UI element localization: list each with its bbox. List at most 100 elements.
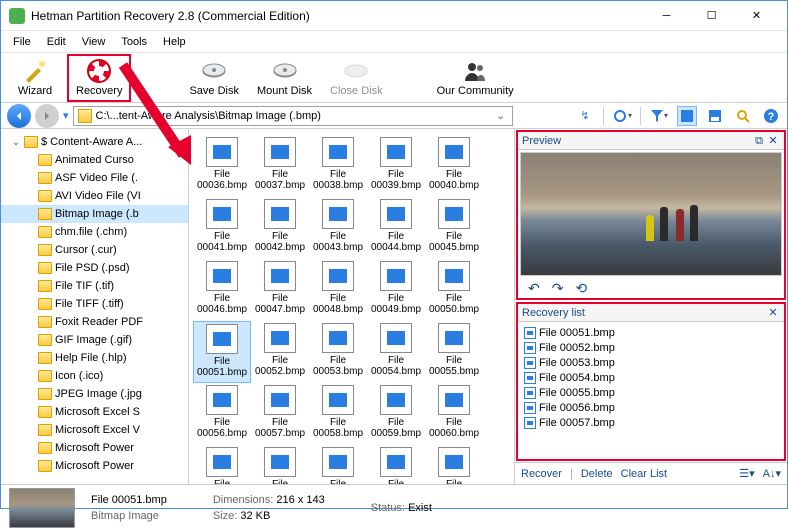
address-dropdown-icon[interactable]: ⌄ xyxy=(494,109,508,122)
file-item[interactable]: File00063.bmp xyxy=(309,445,367,484)
tree-item[interactable]: Help File (.hlp) xyxy=(1,349,188,367)
refresh-preview-button[interactable]: ⟲ xyxy=(575,280,587,297)
tree-item[interactable]: Animated Curso xyxy=(1,151,188,169)
file-item[interactable]: File00052.bmp xyxy=(251,321,309,383)
file-item[interactable]: File00047.bmp xyxy=(251,259,309,321)
file-item[interactable]: File00058.bmp xyxy=(309,383,367,445)
file-item[interactable]: File00040.bmp xyxy=(425,135,483,197)
menu-file[interactable]: File xyxy=(5,33,39,51)
rotate-left-button[interactable]: ↶ xyxy=(528,280,540,297)
tree-item[interactable]: Microsoft Power xyxy=(1,439,188,457)
file-label: File xyxy=(388,479,404,484)
menu-edit[interactable]: Edit xyxy=(39,33,74,51)
folder-tree[interactable]: ⌄ $ Content-Aware A... Animated CursoASF… xyxy=(1,129,189,484)
recovery-list-panel: Recovery list ✕ File 00051.bmpFile 00052… xyxy=(516,302,786,461)
nav-back-button[interactable] xyxy=(7,104,31,128)
recovery-item[interactable]: File 00052.bmp xyxy=(524,340,778,355)
tree-item[interactable]: Cursor (.cur) xyxy=(1,241,188,259)
recovery-item[interactable]: File 00053.bmp xyxy=(524,355,778,370)
file-item[interactable]: File00053.bmp xyxy=(309,321,367,383)
recovery-list-close-button[interactable]: ✕ xyxy=(766,306,780,320)
wizard-button[interactable]: Wizard xyxy=(9,57,61,99)
sort-button[interactable]: A↓▾ xyxy=(763,467,781,480)
delete-link[interactable]: Delete xyxy=(581,468,613,480)
minimize-button[interactable]: ─ xyxy=(644,1,689,30)
recovery-item[interactable]: File 00054.bmp xyxy=(524,370,778,385)
nav-dropdown-icon[interactable]: ▾ xyxy=(63,109,69,122)
file-item[interactable]: File00055.bmp xyxy=(425,321,483,383)
file-item[interactable]: File00036.bmp xyxy=(193,135,251,197)
tree-item[interactable]: File TIFF (.tiff) xyxy=(1,295,188,313)
tree-item[interactable]: ASF Video File (. xyxy=(1,169,188,187)
tree-item[interactable]: Microsoft Power xyxy=(1,457,188,475)
tree-root[interactable]: ⌄ $ Content-Aware A... xyxy=(1,133,188,151)
help-button[interactable]: ? xyxy=(761,106,781,126)
menu-help[interactable]: Help xyxy=(155,33,194,51)
recovery-button[interactable]: Recovery xyxy=(70,57,128,99)
tree-item[interactable]: File TIF (.tif) xyxy=(1,277,188,295)
recover-link[interactable]: Recover xyxy=(521,468,562,480)
tree-item[interactable]: Foxit Reader PDF xyxy=(1,313,188,331)
close-button[interactable]: ✕ xyxy=(734,1,779,30)
file-item[interactable]: File00043.bmp xyxy=(309,197,367,259)
preview-image xyxy=(520,152,782,276)
file-item[interactable]: File00039.bmp xyxy=(367,135,425,197)
search-button[interactable] xyxy=(733,106,753,126)
file-name: 00044.bmp xyxy=(371,242,421,253)
file-item[interactable]: File00062.bmp xyxy=(251,445,309,484)
list-view-button[interactable]: ☰▾ xyxy=(739,467,754,480)
mount-disk-button[interactable]: Mount Disk xyxy=(251,57,318,99)
view-thumbs-button[interactable] xyxy=(677,106,697,126)
file-item[interactable]: File00057.bmp xyxy=(251,383,309,445)
filter-button[interactable]: ▾ xyxy=(649,106,669,126)
recovery-item[interactable]: File 00056.bmp xyxy=(524,400,778,415)
file-grid[interactable]: File00036.bmpFile00037.bmpFile00038.bmpF… xyxy=(189,129,514,484)
tree-item[interactable]: Microsoft Excel V xyxy=(1,421,188,439)
file-item[interactable]: File00059.bmp xyxy=(367,383,425,445)
tree-item[interactable]: Bitmap Image (.b xyxy=(1,205,188,223)
tree-item[interactable]: Icon (.ico) xyxy=(1,367,188,385)
maximize-button[interactable]: ☐ xyxy=(689,1,734,30)
tree-item[interactable]: chm.file (.chm) xyxy=(1,223,188,241)
file-item[interactable]: File00064.bmp xyxy=(367,445,425,484)
preview-popout-button[interactable]: ⧉ xyxy=(752,134,766,148)
file-item[interactable]: File00065.bmp xyxy=(425,445,483,484)
file-item[interactable]: File00045.bmp xyxy=(425,197,483,259)
file-item[interactable]: File00042.bmp xyxy=(251,197,309,259)
refresh-button[interactable]: ↯ xyxy=(575,106,595,126)
tree-item[interactable]: AVI Video File (VI xyxy=(1,187,188,205)
address-field[interactable]: C:\...tent-Aware Analysis\Bitmap Image (… xyxy=(73,106,513,126)
tree-item[interactable]: Microsoft Excel S xyxy=(1,403,188,421)
save-button[interactable] xyxy=(705,106,725,126)
preview-close-button[interactable]: ✕ xyxy=(766,134,780,148)
file-item[interactable]: File00037.bmp xyxy=(251,135,309,197)
file-item[interactable]: File00049.bmp xyxy=(367,259,425,321)
file-item[interactable]: File00061.bmp xyxy=(193,445,251,484)
community-button[interactable]: Our Community xyxy=(431,57,520,99)
file-item[interactable]: File00041.bmp xyxy=(193,197,251,259)
save-disk-button[interactable]: Save Disk xyxy=(183,57,245,99)
recovery-item[interactable]: File 00057.bmp xyxy=(524,415,778,430)
file-item[interactable]: File00051.bmp xyxy=(193,321,251,383)
file-item[interactable]: File00048.bmp xyxy=(309,259,367,321)
menu-view[interactable]: View xyxy=(74,33,114,51)
file-item[interactable]: File00046.bmp xyxy=(193,259,251,321)
file-item[interactable]: File00044.bmp xyxy=(367,197,425,259)
menu-tools[interactable]: Tools xyxy=(113,33,155,51)
collapse-icon[interactable]: ⌄ xyxy=(11,137,21,148)
recovery-item[interactable]: File 00055.bmp xyxy=(524,385,778,400)
file-thumbnail xyxy=(380,447,412,477)
recovery-item[interactable]: File 00051.bmp xyxy=(524,325,778,340)
clear-list-link[interactable]: Clear List xyxy=(621,468,667,480)
nav-forward-button[interactable] xyxy=(35,104,59,128)
file-item[interactable]: File00054.bmp xyxy=(367,321,425,383)
file-item[interactable]: File00060.bmp xyxy=(425,383,483,445)
file-item[interactable]: File00056.bmp xyxy=(193,383,251,445)
rotate-right-button[interactable]: ↷ xyxy=(552,280,564,297)
file-item[interactable]: File00038.bmp xyxy=(309,135,367,197)
tree-item[interactable]: GIF Image (.gif) xyxy=(1,331,188,349)
tree-item[interactable]: JPEG Image (.jpg xyxy=(1,385,188,403)
file-item[interactable]: File00050.bmp xyxy=(425,259,483,321)
options-button[interactable]: ▾ xyxy=(612,106,632,126)
tree-item[interactable]: File PSD (.psd) xyxy=(1,259,188,277)
